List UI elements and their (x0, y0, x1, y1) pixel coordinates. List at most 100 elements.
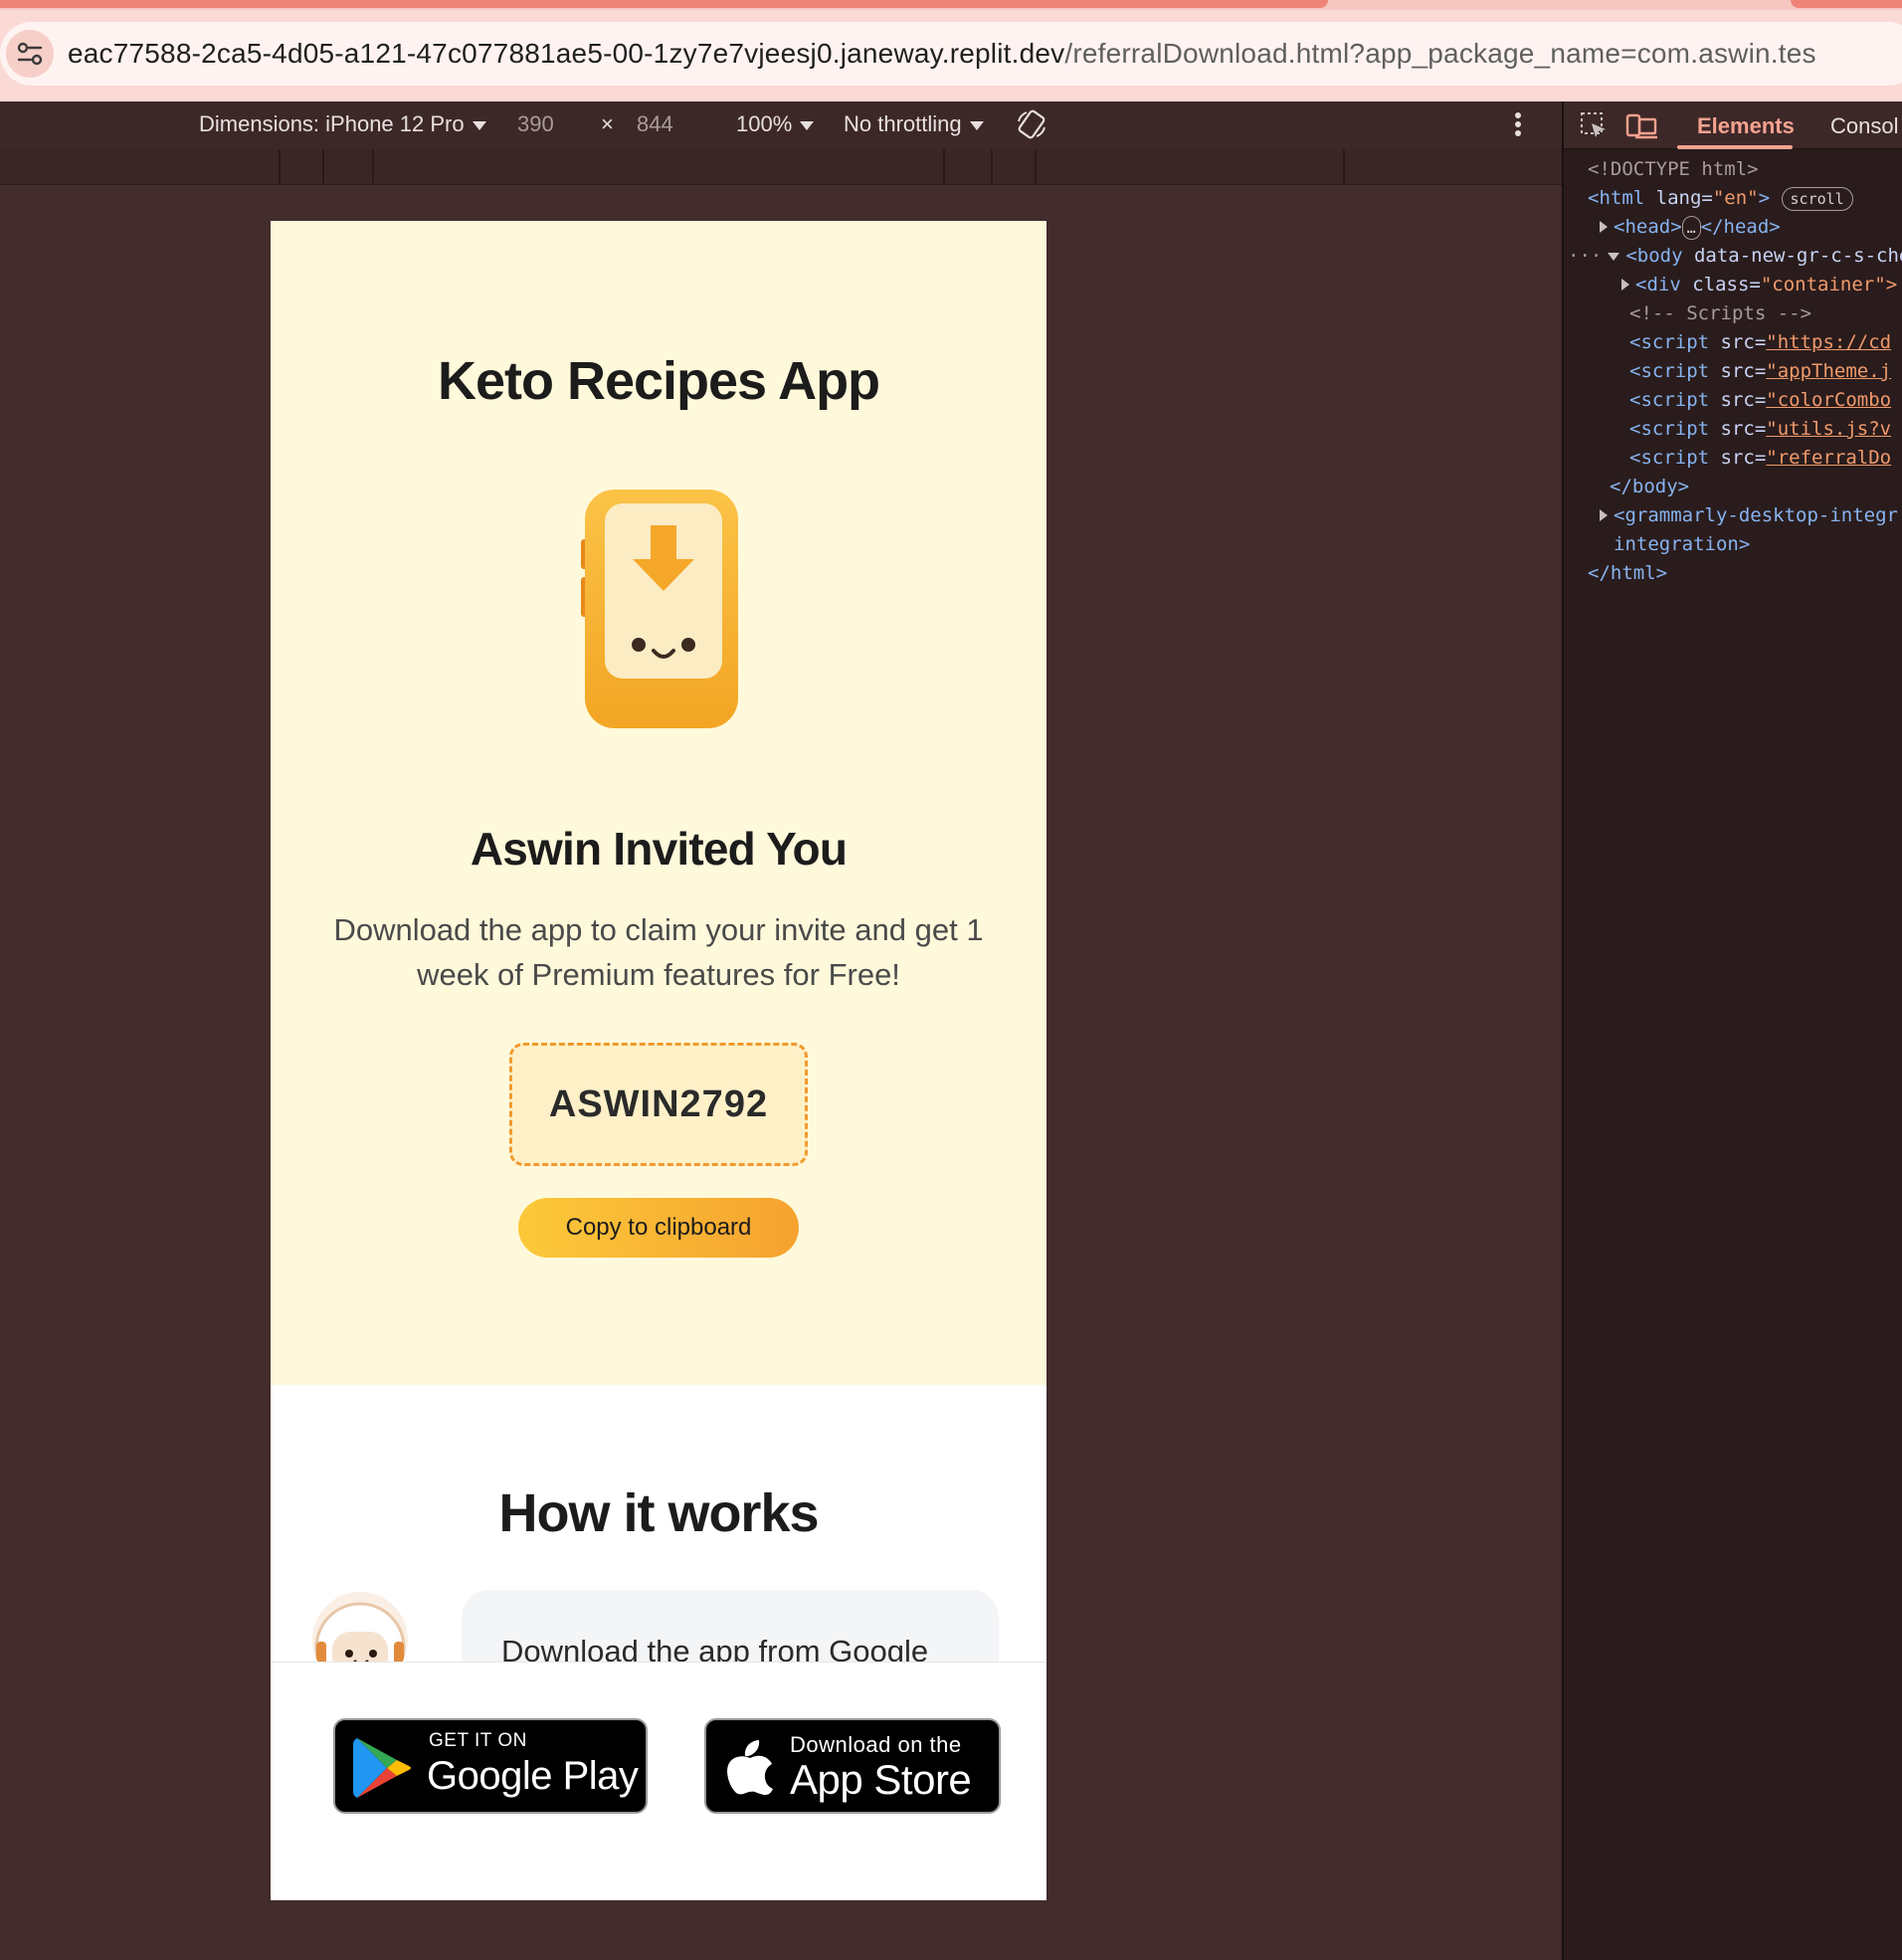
store-buttons-bar: GET IT ON Google Play Download on the Ap… (271, 1662, 1046, 1900)
address-bar[interactable]: eac77588-2ca5-4d05-a121-47c077881ae5-00-… (0, 22, 1902, 86)
url-text[interactable]: eac77588-2ca5-4d05-a121-47c077881ae5-00-… (68, 38, 1816, 70)
dimensions-dropdown[interactable]: Dimensions: iPhone 12 Pro (199, 111, 486, 137)
tab-console[interactable]: Consol (1830, 113, 1898, 139)
script-src-link[interactable]: "colorCombo (1766, 389, 1891, 411)
invite-description: Download the app to claim your invite an… (333, 912, 984, 992)
tab-elements[interactable]: Elements (1697, 113, 1795, 139)
html-tag: <html (1588, 187, 1645, 209)
src-attr: src= (1720, 360, 1767, 382)
script-tag: <script (1629, 360, 1710, 382)
src-attr: src= (1720, 389, 1767, 411)
dom-line-html-close[interactable]: </html> (1564, 559, 1902, 588)
head-close-tag: </head> (1700, 216, 1781, 238)
dom-line-html[interactable]: <html lang="en"> scroll (1564, 184, 1902, 213)
google-play-big-text: Google Play (427, 1754, 639, 1798)
dom-line-body-close[interactable]: </body> (1564, 473, 1902, 501)
more-options-icon[interactable] (1514, 109, 1522, 145)
zoom-label: 100% (736, 111, 793, 136)
apple-logo-icon (726, 1738, 774, 1801)
dom-line-grammarly-cont[interactable]: integration> (1564, 530, 1902, 559)
src-attr: src= (1720, 331, 1767, 353)
hero-section: Keto Recipes App Aswin Invited You Downl… (271, 221, 1046, 1385)
copy-to-clipboard-button[interactable]: Copy to clipboard (518, 1198, 799, 1258)
ellipsis-icon[interactable]: ··· (1568, 245, 1602, 267)
chevron-down-icon (969, 120, 984, 130)
site-settings-icon[interactable] (6, 30, 54, 78)
html-close-tag: </html> (1588, 562, 1668, 584)
expand-arrow-icon[interactable] (1621, 279, 1629, 291)
media-query-ruler[interactable] (0, 149, 1562, 185)
dom-line-script[interactable]: <script src="colorCombo (1564, 386, 1902, 415)
url-path: /referralDownload.html?app_package_name=… (1064, 38, 1816, 69)
script-tag: <script (1629, 389, 1710, 411)
chevron-down-icon (472, 120, 486, 130)
script-src-link[interactable]: "appTheme.j (1766, 360, 1891, 382)
html-bracket: > (1758, 187, 1771, 209)
collapsed-badge[interactable]: … (1681, 215, 1701, 240)
lang-attr: lang= (1655, 187, 1713, 209)
dom-line-body[interactable]: ··· <body data-new-gr-c-s-che (1564, 242, 1902, 271)
times-symbol: × (601, 111, 614, 136)
dom-line-script[interactable]: <script src="referralDo (1564, 444, 1902, 473)
expand-arrow-icon[interactable] (1600, 221, 1608, 233)
throttling-dropdown[interactable]: No throttling (844, 111, 984, 137)
collapse-arrow-icon[interactable] (1608, 252, 1620, 261)
app-title: Keto Recipes App (437, 351, 880, 411)
dom-line-comment[interactable]: <!-- Scripts --> (1564, 299, 1902, 328)
height-input[interactable]: 844 (637, 111, 673, 137)
devtools-panel: Elements Consol <!DOCTYPE html> <html la… (1562, 101, 1902, 1960)
rotate-icon[interactable] (1015, 107, 1048, 147)
ruler-tick (1035, 149, 1037, 185)
body-tag: <body (1625, 245, 1683, 267)
dom-line-script[interactable]: <script src="appTheme.j (1564, 357, 1902, 386)
scroll-badge[interactable]: scroll (1781, 186, 1853, 211)
script-src-link[interactable]: "referralDo (1766, 447, 1891, 469)
app-store-small-text: Download on the (790, 1732, 962, 1757)
dom-line-doctype[interactable]: <!DOCTYPE html> (1564, 155, 1902, 184)
device-viewport: Keto Recipes App Aswin Invited You Downl… (271, 221, 1046, 1900)
src-attr: src= (1720, 418, 1767, 440)
app-store-big-text: App Store (790, 1756, 972, 1803)
ruler-tick (279, 149, 281, 185)
script-tag: <script (1629, 331, 1710, 353)
width-input[interactable]: 390 (517, 111, 554, 137)
tab-strip (0, 0, 1902, 10)
body-attr: data-new-gr-c-s-che (1693, 245, 1902, 267)
dom-line-head[interactable]: <head>… </head> (1564, 213, 1902, 242)
dom-line-grammarly[interactable]: <grammarly-desktop-integr (1564, 501, 1902, 530)
url-host: eac77588-2ca5-4d05-a121-47c077881ae5-00-… (68, 38, 1065, 69)
devtools-tabbar: Elements Consol (1564, 101, 1902, 149)
ruler-tick (991, 149, 993, 185)
grammarly-close-tag: integration> (1614, 533, 1751, 555)
inspect-element-icon[interactable] (1580, 111, 1608, 144)
google-play-button[interactable]: GET IT ON Google Play (333, 1718, 648, 1814)
class-value: "container"> (1760, 274, 1898, 295)
how-it-works-title: How it works (498, 1483, 819, 1543)
dom-line-div[interactable]: <div class="container"> (1564, 271, 1902, 299)
referral-code[interactable]: ASWIN2792 (509, 1043, 808, 1166)
active-tab-indicator (1677, 145, 1793, 149)
google-play-small-text: GET IT ON (429, 1730, 527, 1751)
zoom-dropdown[interactable]: 100% (736, 111, 815, 137)
active-tab[interactable] (0, 0, 1328, 8)
device-toggle-icon[interactable] (1625, 111, 1657, 144)
ruler-tick (943, 149, 945, 185)
head-tag: <head> (1614, 216, 1682, 238)
dom-line-script[interactable]: <script src="https://cd (1564, 328, 1902, 357)
lang-value: "en" (1712, 187, 1759, 209)
expand-arrow-icon[interactable] (1600, 509, 1608, 521)
tab-edge[interactable] (1791, 0, 1902, 8)
script-src-link[interactable]: "https://cd (1766, 331, 1891, 353)
app-store-button[interactable]: Download on the App Store (704, 1718, 1001, 1814)
body-close-tag: </body> (1610, 476, 1690, 497)
chevron-down-icon (800, 120, 815, 130)
src-attr: src= (1720, 447, 1767, 469)
dom-tree[interactable]: <!DOCTYPE html> <html lang="en"> scroll … (1564, 155, 1902, 588)
ruler-tick (322, 149, 324, 185)
dom-line-script[interactable]: <script src="utils.js?v (1564, 415, 1902, 444)
throttling-label: No throttling (844, 111, 962, 136)
invite-title: Aswin Invited You (470, 823, 848, 875)
device-toolbar: Dimensions: iPhone 12 Pro 390 × 844 100%… (0, 101, 1562, 149)
google-play-icon (353, 1736, 413, 1805)
script-src-link[interactable]: "utils.js?v (1766, 418, 1891, 440)
